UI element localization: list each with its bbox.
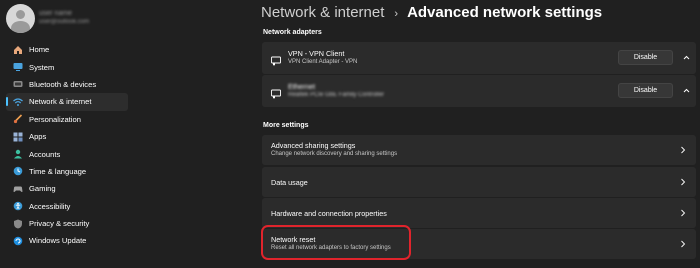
setting-advanced-sharing[interactable]: Advanced sharing settings Change network…	[262, 135, 696, 165]
breadcrumb-parent[interactable]: Network & internet	[261, 4, 384, 21]
chevron-right-icon: ›	[394, 8, 399, 20]
sidebar-item-label: Personalization	[29, 114, 81, 124]
sidebar-item-label: Network & internet	[29, 97, 92, 107]
sidebar-item-bluetooth[interactable]: Bluetooth & devices	[6, 76, 128, 93]
person-icon	[12, 149, 23, 160]
sidebar-item-label: Time & language	[29, 166, 87, 176]
sidebar-item-gaming[interactable]: Gaming	[6, 180, 128, 197]
sidebar-item-label: Apps	[29, 132, 47, 142]
adapter-description: VPN Client Adapter - VPN	[288, 59, 358, 65]
profile-name: user name	[39, 10, 73, 17]
disable-button[interactable]: Disable	[618, 50, 673, 65]
section-title-network-adapters: Network adapters	[263, 29, 322, 36]
sidebar-item-home[interactable]: Home	[6, 41, 128, 58]
brush-icon	[12, 114, 23, 125]
setting-network-reset[interactable]: Network reset Reset all network adapters…	[262, 229, 696, 259]
setting-data-usage[interactable]: Data usage	[262, 167, 696, 197]
sidebar: user name user@outlook.com Home System B…	[0, 0, 134, 268]
network-adapter-icon	[271, 53, 281, 66]
adapter-card-vpn[interactable]: VPN - VPN Client VPN Client Adapter - VP…	[262, 42, 696, 74]
wifi-icon	[12, 96, 23, 107]
profile-email: user@outlook.com	[39, 19, 90, 25]
sidebar-item-label: Windows Update	[29, 236, 87, 246]
avatar	[6, 4, 35, 33]
sidebar-item-label: Accessibility	[29, 201, 71, 211]
setting-title: Hardware and connection properties	[271, 209, 387, 218]
user-profile[interactable]: user name user@outlook.com	[6, 4, 134, 36]
setting-title: Advanced sharing settings	[271, 141, 356, 150]
sidebar-item-label: System	[29, 62, 55, 72]
chevron-up-icon[interactable]	[683, 54, 690, 61]
setting-subtitle: Change network discovery and sharing set…	[271, 151, 398, 157]
sidebar-item-time-language[interactable]: Time & language	[6, 163, 128, 180]
sidebar-item-system[interactable]: System	[6, 58, 128, 75]
accessibility-icon	[12, 201, 23, 212]
network-adapter-icon	[271, 86, 281, 99]
monitor-icon	[12, 62, 23, 73]
chevron-up-icon[interactable]	[683, 87, 690, 94]
sidebar-item-label: Privacy & security	[29, 219, 90, 229]
sidebar-item-accessibility[interactable]: Accessibility	[6, 198, 128, 215]
sidebar-item-personalization[interactable]: Personalization	[6, 111, 128, 128]
home-icon	[12, 44, 23, 55]
chevron-right-icon	[681, 240, 686, 248]
adapter-description: Realtek PCIe GbE Family Controller	[288, 92, 385, 98]
page-title: Advanced network settings	[407, 4, 603, 21]
sidebar-item-label: Gaming	[29, 184, 56, 194]
breadcrumb: Network & internet › Advanced network se…	[261, 4, 602, 21]
update-icon	[12, 235, 23, 246]
adapter-card-ethernet[interactable]: Ethernet Realtek PCIe GbE Family Control…	[262, 75, 696, 107]
sidebar-item-windows-update[interactable]: Windows Update	[6, 232, 128, 249]
globe-clock-icon	[12, 166, 23, 177]
adapter-name: Ethernet	[288, 82, 316, 91]
chevron-right-icon	[681, 178, 686, 186]
sidebar-item-network[interactable]: Network & internet	[6, 93, 128, 111]
sidebar-item-label: Bluetooth & devices	[29, 79, 97, 89]
setting-title: Data usage	[271, 178, 308, 187]
setting-title: Network reset	[271, 235, 316, 244]
sidebar-item-apps[interactable]: Apps	[6, 128, 128, 145]
chevron-right-icon	[681, 209, 686, 217]
apps-icon	[12, 131, 23, 142]
disable-button[interactable]: Disable	[618, 83, 673, 98]
chevron-right-icon	[681, 146, 686, 154]
setting-subtitle: Reset all network adapters to factory se…	[271, 245, 391, 251]
sidebar-nav: Home System Bluetooth & devices Network …	[6, 41, 128, 250]
section-title-more-settings: More settings	[263, 122, 309, 129]
main-content: Network & internet › Advanced network se…	[261, 0, 700, 268]
shield-icon	[12, 218, 23, 229]
setting-hardware-properties[interactable]: Hardware and connection properties	[262, 198, 696, 228]
sidebar-item-accounts[interactable]: Accounts	[6, 145, 128, 162]
sidebar-item-label: Accounts	[29, 149, 61, 159]
controller-icon	[12, 183, 23, 194]
bluetooth-icon	[12, 79, 23, 90]
adapter-name: VPN - VPN Client	[288, 49, 345, 58]
sidebar-item-label: Home	[29, 45, 50, 55]
sidebar-item-privacy[interactable]: Privacy & security	[6, 215, 128, 232]
